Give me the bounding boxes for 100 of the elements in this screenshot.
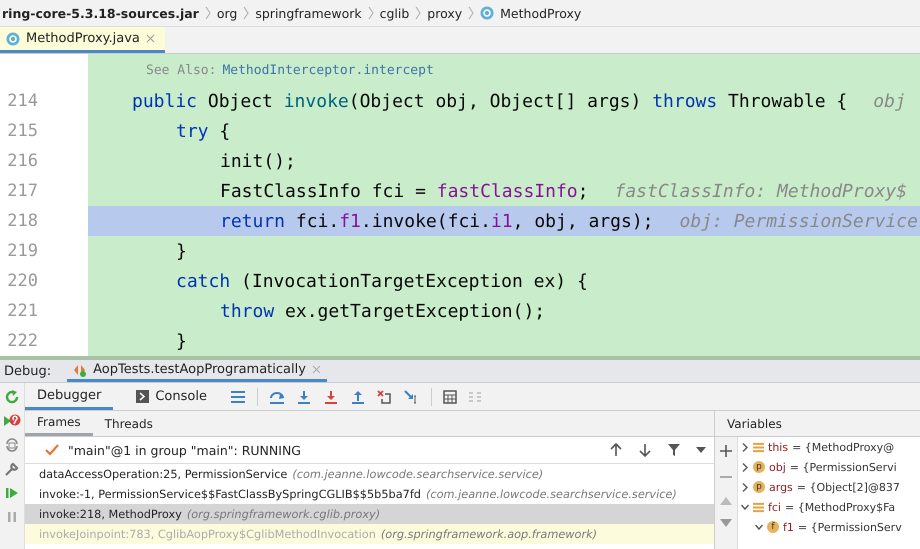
debug-session-tab[interactable]: AopTests.testAopProgramatically bbox=[67, 360, 327, 382]
collapse-chevron-icon[interactable] bbox=[755, 522, 763, 532]
line-number: 220 bbox=[7, 271, 38, 291]
chevron-icon bbox=[468, 6, 474, 20]
line-number: 222 bbox=[7, 331, 38, 351]
filter-icon[interactable] bbox=[667, 443, 681, 457]
breadcrumb-item[interactable]: proxy bbox=[427, 6, 462, 20]
line-number: 217 bbox=[7, 181, 38, 201]
variable-value: = {Object[2]@837 bbox=[796, 480, 900, 494]
debug-tab[interactable]: Debugger bbox=[25, 383, 114, 410]
doc-link[interactable]: MethodInterceptor.intercept bbox=[222, 62, 434, 78]
debug-tab[interactable]: Console bbox=[124, 383, 219, 410]
dropdown-caret-icon[interactable] bbox=[696, 447, 706, 453]
stack-frame-row[interactable]: dataAccessOperation:25, PermissionService (com.jeanne.lowcode.searchservice.service) bbox=[25, 464, 714, 484]
expand-chevron-icon[interactable] bbox=[741, 462, 749, 472]
panel-title: Variables bbox=[727, 416, 782, 430]
frame-package: (org.springframework.cglib.proxy) bbox=[186, 508, 380, 520]
frames-tab[interactable]: Threads bbox=[92, 411, 165, 436]
expand-chevron-icon[interactable] bbox=[741, 442, 749, 452]
variable-value: = {MethodProxy$Fa bbox=[784, 500, 896, 514]
line-number: 215 bbox=[7, 121, 38, 141]
menu-icon[interactable] bbox=[230, 390, 246, 404]
tab-label: Debugger bbox=[37, 388, 102, 402]
variable-value: = {MethodProxy@ bbox=[792, 440, 894, 454]
resume-icon[interactable] bbox=[4, 485, 20, 501]
variable-name: f1 bbox=[783, 520, 794, 534]
resume-with-badge-icon[interactable] bbox=[3, 413, 21, 429]
run-config-icon bbox=[73, 362, 88, 376]
frame-method: dataAccessOperation:25, PermissionService bbox=[39, 468, 288, 480]
chevron-icon bbox=[368, 6, 374, 20]
code-text: } bbox=[176, 330, 187, 352]
class-icon bbox=[480, 6, 494, 20]
code-text: } bbox=[176, 240, 187, 262]
line-number: 216 bbox=[7, 151, 38, 171]
step-out-icon[interactable] bbox=[350, 390, 366, 404]
line-number: 214 bbox=[7, 91, 38, 111]
code-text: return fci.f1.invoke(fci.i1, obj, args); bbox=[220, 210, 654, 232]
stack-frame-row[interactable]: invoke:-1, PermissionService$$FastClassBySpringCGLIB$$5b5ba7fd (com.jeanne.lowcode.searchservice.service) bbox=[25, 484, 714, 504]
breadcrumb-item[interactable]: cglib bbox=[380, 6, 410, 20]
stack-frame-row[interactable]: invokeJoinpoint:783, CglibAopProxy$CglibMethodInvocation (org.springframework.aop.framework) bbox=[25, 524, 714, 544]
inline-value-hint: fastClassInfo: MethodProxy$ bbox=[614, 180, 908, 202]
frame-package: (com.jeanne.lowcode.searchservice.service) bbox=[426, 488, 677, 500]
check-icon bbox=[45, 444, 59, 456]
rerun-icon[interactable] bbox=[4, 389, 20, 405]
debug-label: Debug: bbox=[4, 364, 52, 378]
step-over-icon[interactable] bbox=[268, 390, 285, 404]
inline-value-hint: obj: PermissionService bbox=[680, 210, 918, 232]
breadcrumb-item[interactable]: ring-core-5.3.18-sources.jar bbox=[2, 6, 199, 20]
variable-name: this bbox=[768, 440, 788, 454]
line-number: 221 bbox=[7, 301, 38, 321]
class-icon bbox=[6, 32, 20, 46]
breadcrumb-item[interactable]: MethodProxy bbox=[500, 6, 582, 20]
session-label: AopTests.testAopProgramatically bbox=[93, 362, 306, 377]
line-number: 218 bbox=[7, 211, 38, 231]
variable-type-icon: p bbox=[753, 481, 765, 493]
code-text: catch (InvocationTargetException ex) { bbox=[176, 270, 588, 292]
variable-name: obj bbox=[769, 460, 786, 474]
wrench-icon[interactable] bbox=[4, 461, 20, 477]
collapse-chevron-icon[interactable] bbox=[741, 502, 749, 512]
variable-value: = {PermissionServ bbox=[798, 520, 902, 534]
field-list-icon bbox=[753, 442, 764, 452]
breadcrumb-item[interactable]: org bbox=[216, 6, 238, 20]
variable-type-icon: f bbox=[767, 521, 779, 533]
variable-name: args bbox=[769, 480, 793, 494]
code-text: public Object invoke(Object obj, Object[] args) throws Throwable { bbox=[132, 90, 848, 112]
chevron-icon bbox=[243, 6, 250, 20]
frame-method: invoke:-1, PermissionService$$FastClassBySpringCGLIB$$5b5ba7fd bbox=[39, 488, 421, 500]
add-icon[interactable] bbox=[720, 445, 732, 457]
variable-name: fci bbox=[768, 500, 781, 514]
close-icon[interactable] bbox=[146, 34, 155, 43]
console-icon bbox=[136, 390, 150, 403]
editor-tab[interactable]: MethodProxy.java bbox=[0, 27, 165, 53]
code-text: FastClassInfo fci = fastClassInfo; bbox=[220, 180, 588, 202]
up-arrow-icon[interactable] bbox=[609, 443, 623, 457]
drop-frame-icon[interactable] bbox=[376, 390, 393, 404]
frame-package: (com.jeanne.lowcode.searchservice.service) bbox=[292, 468, 544, 480]
field-list-icon bbox=[753, 502, 764, 512]
force-step-into-icon[interactable] bbox=[322, 390, 339, 404]
expand-chevron-icon[interactable] bbox=[741, 482, 749, 492]
restore-layout-icon[interactable] bbox=[4, 437, 20, 453]
step-into-icon[interactable] bbox=[296, 390, 312, 404]
variable-value: = {PermissionServi bbox=[790, 460, 897, 474]
frame-package: (org.springframework.aop.framework) bbox=[380, 528, 598, 540]
code-text: try { bbox=[176, 120, 230, 142]
calculator-icon[interactable] bbox=[442, 390, 457, 404]
move-down-icon[interactable] bbox=[720, 519, 732, 527]
frame-method: invokeJoinpoint:783, CglibAopProxy$CglibMethodInvocation bbox=[39, 528, 376, 540]
code-text: init(); bbox=[220, 150, 296, 172]
doc-label: See Also: bbox=[146, 62, 216, 78]
thread-selector[interactable]: "main"@1 in group "main": RUNNING bbox=[68, 442, 301, 458]
down-arrow-icon[interactable] bbox=[638, 443, 652, 457]
tab-label: Console bbox=[155, 389, 207, 404]
chevron-icon bbox=[415, 6, 422, 20]
breadcrumb-item[interactable]: springframework bbox=[255, 6, 362, 20]
inline-value-hint: obj bbox=[873, 90, 906, 112]
chevron-icon bbox=[204, 6, 211, 20]
frame-method: invoke:218, MethodProxy bbox=[39, 508, 182, 520]
line-number: 219 bbox=[7, 241, 38, 261]
variable-type-icon: p bbox=[753, 461, 765, 473]
stack-frame-row[interactable]: invoke:218, MethodProxy (org.springframework.cglib.proxy) bbox=[25, 504, 714, 524]
